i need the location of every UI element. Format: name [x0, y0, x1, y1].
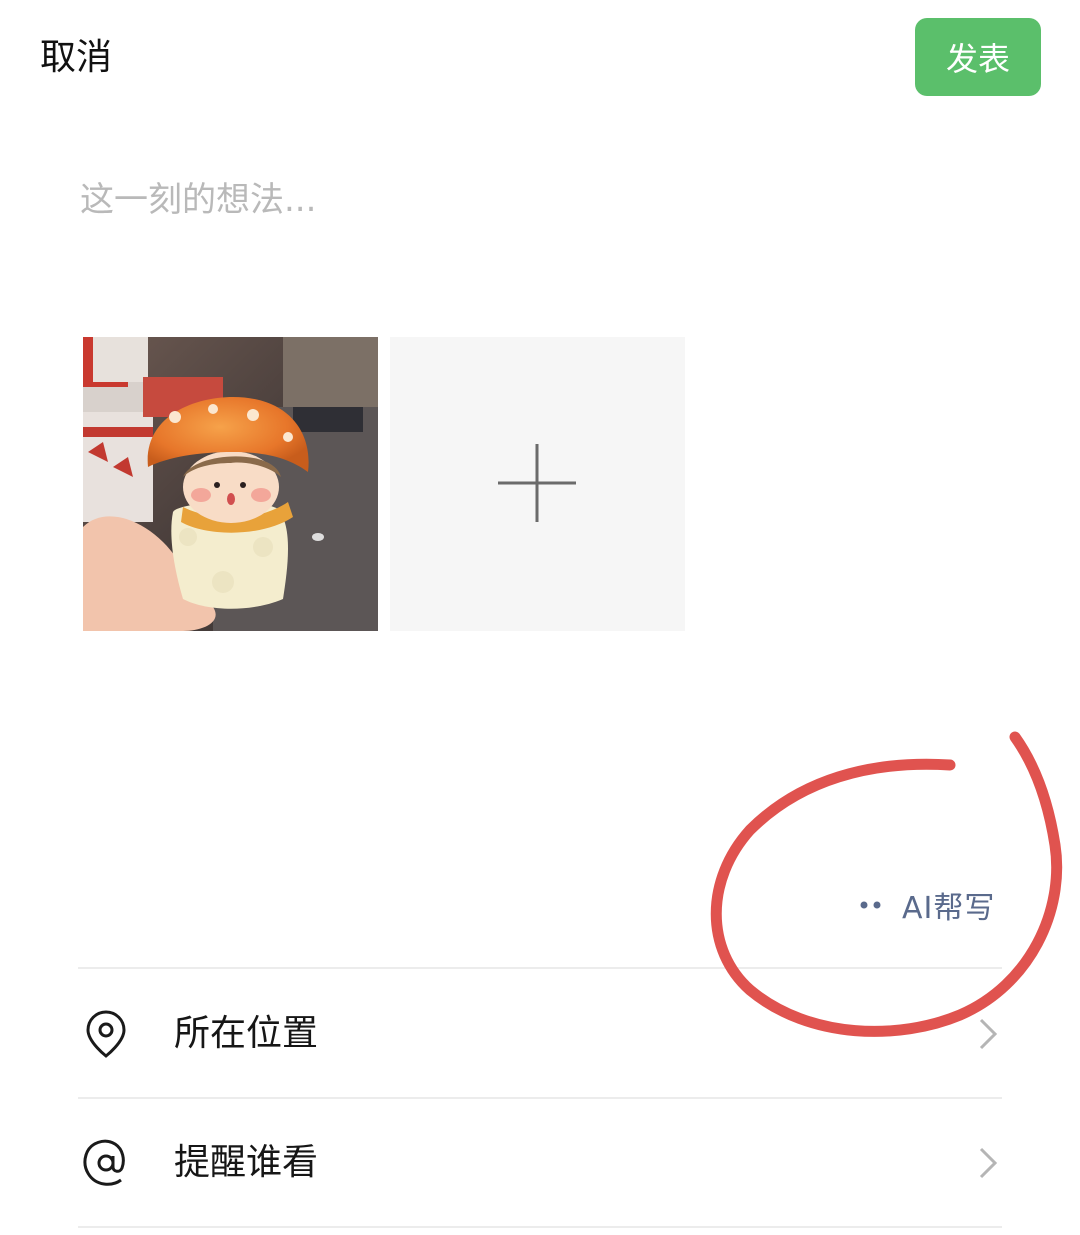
plush-doll-photo — [83, 337, 378, 631]
dots-icon — [860, 901, 881, 909]
moments-compose-screen: 取消 发表 这一刻的想法... AI帮写 所在位置 提醒谁看 — [0, 0, 1080, 1235]
photo-thumbnail[interactable] — [83, 337, 378, 631]
ai-write-button[interactable]: AI帮写 — [858, 880, 995, 930]
mention-row[interactable]: 提醒谁看 — [78, 1099, 1002, 1227]
cancel-button[interactable]: 取消 — [40, 32, 112, 84]
at-icon — [83, 1139, 125, 1186]
chevron-right-icon — [979, 1018, 998, 1050]
publish-button[interactable]: 发表 — [915, 18, 1041, 96]
location-label: 所在位置 — [174, 1013, 319, 1054]
divider — [78, 1226, 1002, 1228]
chevron-right-icon — [979, 1147, 998, 1179]
add-photo-button[interactable] — [390, 337, 685, 631]
location-row[interactable]: 所在位置 — [78, 970, 1002, 1098]
divider — [78, 967, 1002, 969]
thought-input[interactable] — [80, 172, 1000, 228]
mention-label: 提醒谁看 — [174, 1142, 319, 1183]
ai-write-label: AI帮写 — [902, 891, 996, 926]
plus-icon — [498, 444, 576, 522]
location-pin-icon — [86, 1010, 126, 1058]
